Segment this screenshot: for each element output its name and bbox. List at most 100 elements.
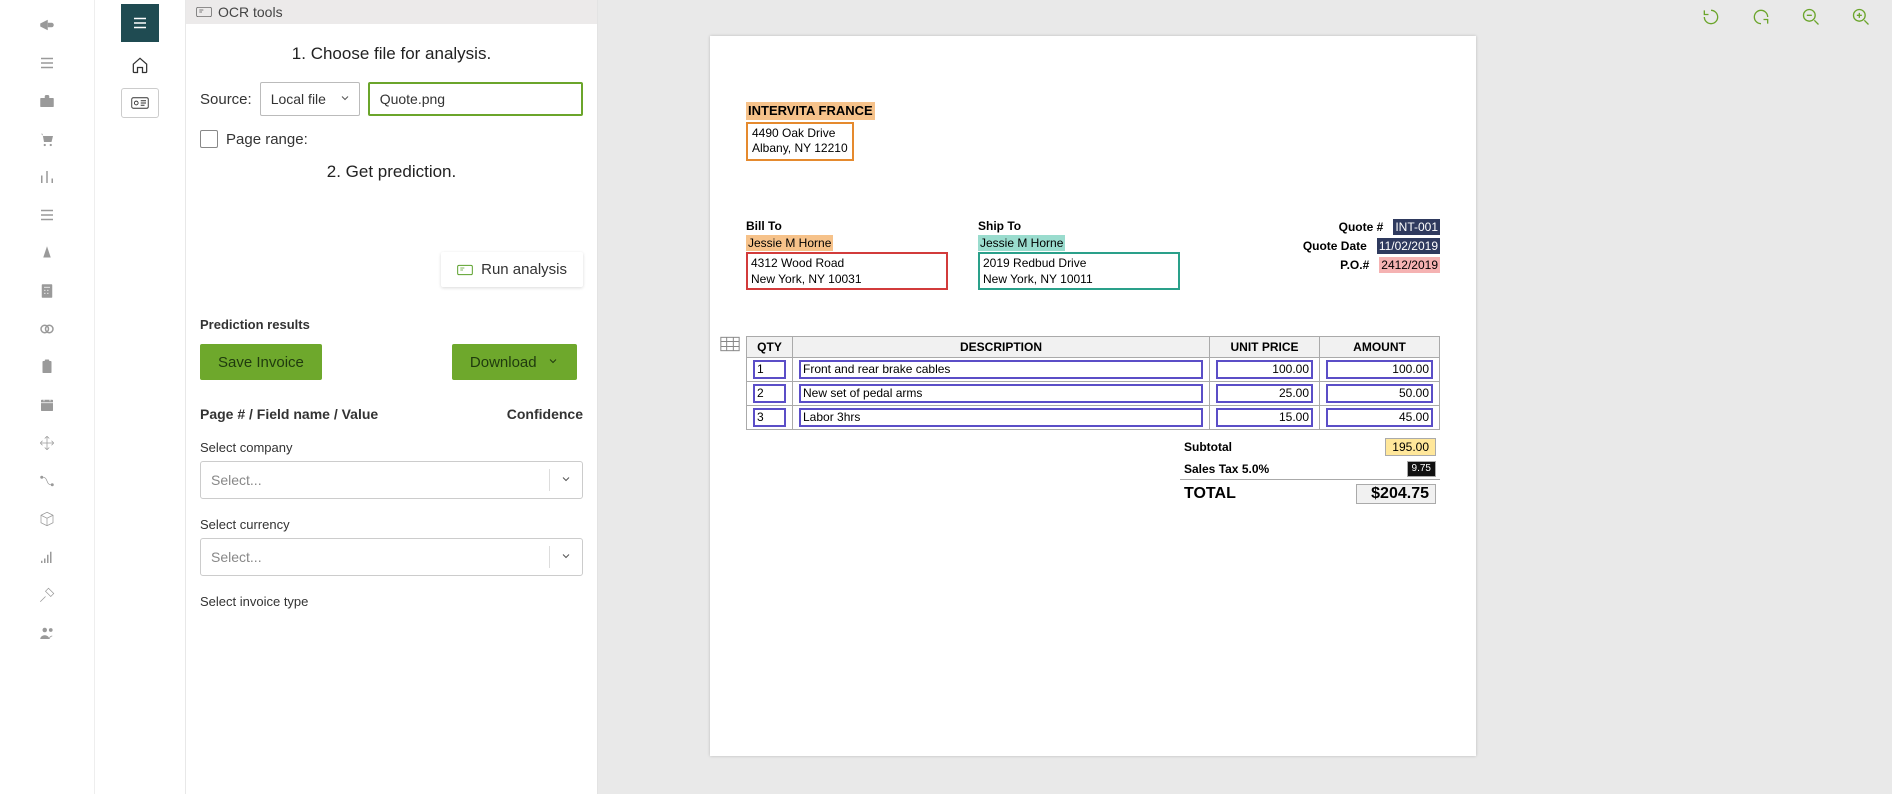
- rotate-right-icon[interactable]: [1750, 6, 1772, 28]
- doc-company-addr2: Albany, NY 12210: [752, 141, 848, 155]
- source-select[interactable]: Local file: [260, 82, 360, 116]
- signal-icon[interactable]: [37, 547, 57, 567]
- run-analysis-button[interactable]: Run analysis: [441, 252, 583, 287]
- cell-amt: 45.00: [1326, 408, 1433, 427]
- quote-date-value: 11/02/2019: [1377, 238, 1440, 254]
- list-icon[interactable]: [37, 53, 57, 73]
- cell-amt: 100.00: [1326, 360, 1433, 379]
- download-label: Download: [470, 354, 537, 371]
- flow-icon[interactable]: [37, 471, 57, 491]
- chevron-down-icon: [339, 91, 351, 107]
- chevron-down-icon: [547, 354, 559, 371]
- run-analysis-label: Run analysis: [481, 261, 567, 278]
- cart-icon[interactable]: [37, 129, 57, 149]
- subtotal-key: Subtotal: [1184, 440, 1232, 454]
- preview-toolbar: [1700, 6, 1872, 28]
- doc-company-addr1: 4490 Oak Drive: [752, 126, 835, 140]
- company-field-label: Select company: [200, 440, 583, 455]
- table-row: 3 Labor 3hrs 15.00 45.00: [747, 406, 1440, 430]
- page-range-checkbox[interactable]: [200, 130, 218, 148]
- save-invoice-label: Save Invoice: [218, 354, 304, 371]
- cell-unit: 25.00: [1216, 384, 1313, 403]
- cell-qty: 2: [753, 384, 786, 403]
- quote-no-key: Quote #: [1210, 220, 1383, 234]
- shipto-addr2: New York, NY 10011: [983, 272, 1093, 286]
- quote-no-value: INT-001: [1393, 219, 1440, 235]
- source-select-value: Local file: [271, 91, 326, 107]
- cell-desc: New set of pedal arms: [799, 384, 1203, 403]
- cone-icon[interactable]: [37, 243, 57, 263]
- rings-icon[interactable]: [37, 319, 57, 339]
- currency-select-placeholder: Select...: [211, 549, 262, 565]
- tax-value: 9.75: [1407, 461, 1436, 477]
- results-col-right: Confidence: [507, 406, 583, 422]
- table-row: 1 Front and rear brake cables 100.00 100…: [747, 358, 1440, 382]
- source-label: Source:: [200, 91, 252, 108]
- invoice-type-field-label: Select invoice type: [200, 594, 583, 609]
- page-range-label: Page range:: [226, 131, 308, 148]
- step1-title: 1. Choose file for analysis.: [200, 44, 583, 64]
- th-qty: QTY: [747, 337, 793, 358]
- currency-field-label: Select currency: [200, 517, 583, 532]
- ocr-module-icon[interactable]: [121, 88, 159, 118]
- megaphone-icon[interactable]: [37, 15, 57, 35]
- company-select[interactable]: Select...: [200, 461, 583, 499]
- download-button[interactable]: Download: [452, 344, 577, 380]
- billto-heading: Bill To: [746, 219, 948, 233]
- clipboard-icon[interactable]: [37, 357, 57, 377]
- th-amt: AMOUNT: [1320, 337, 1440, 358]
- billto-addr2: New York, NY 10031: [751, 272, 862, 286]
- quote-date-key: Quote Date: [1210, 239, 1367, 253]
- secondary-nav: [95, 0, 185, 794]
- billto-addr1: 4312 Wood Road: [751, 256, 844, 270]
- cell-amt: 50.00: [1326, 384, 1433, 403]
- ocr-panel-header: OCR tools: [186, 0, 597, 24]
- document-preview: INTERVITA FRANCE 4490 Oak Drive Albany, …: [597, 0, 1892, 794]
- document-page[interactable]: INTERVITA FRANCE 4490 Oak Drive Albany, …: [710, 36, 1476, 756]
- currency-select[interactable]: Select...: [200, 538, 583, 576]
- subtotal-value: 195.00: [1385, 438, 1436, 456]
- calendar-icon[interactable]: [37, 395, 57, 415]
- th-unit: UNIT PRICE: [1210, 337, 1320, 358]
- rotate-left-icon[interactable]: [1700, 6, 1722, 28]
- shipto-heading: Ship To: [978, 219, 1180, 233]
- cell-unit: 15.00: [1216, 408, 1313, 427]
- move-icon[interactable]: [37, 433, 57, 453]
- calculator-icon[interactable]: [37, 281, 57, 301]
- company-select-placeholder: Select...: [211, 472, 262, 488]
- prediction-results-heading: Prediction results: [200, 317, 583, 332]
- filename-value: Quote.png: [380, 91, 445, 107]
- cube-icon[interactable]: [37, 509, 57, 529]
- zoom-out-icon[interactable]: [1800, 6, 1822, 28]
- table-row: 2 New set of pedal arms 25.00 50.00: [747, 382, 1440, 406]
- billto-name: Jessie M Horne: [746, 235, 833, 251]
- cell-desc: Labor 3hrs: [799, 408, 1203, 427]
- doc-company-name: INTERVITA FRANCE: [746, 102, 875, 120]
- list2-icon[interactable]: [37, 205, 57, 225]
- ocr-panel: OCR tools 1. Choose file for analysis. S…: [185, 0, 597, 794]
- cell-qty: 1: [753, 360, 786, 379]
- total-value: $204.75: [1356, 484, 1436, 504]
- tax-key: Sales Tax 5.0%: [1184, 462, 1269, 476]
- menu-toggle-button[interactable]: [121, 4, 159, 42]
- results-col-left: Page # / Field name / Value: [200, 406, 378, 422]
- home-button[interactable]: [121, 50, 159, 80]
- users-icon[interactable]: [37, 623, 57, 643]
- total-key: TOTAL: [1184, 485, 1236, 503]
- briefcase-icon[interactable]: [37, 91, 57, 111]
- cell-qty: 3: [753, 408, 786, 427]
- th-desc: DESCRIPTION: [793, 337, 1210, 358]
- zoom-in-icon[interactable]: [1850, 6, 1872, 28]
- filename-input[interactable]: Quote.png: [368, 82, 583, 116]
- po-value: 2412/2019: [1379, 257, 1440, 273]
- bar-chart-icon[interactable]: [37, 167, 57, 187]
- gavel-icon[interactable]: [37, 585, 57, 605]
- chevron-down-icon: [560, 472, 572, 488]
- save-invoice-button[interactable]: Save Invoice: [200, 344, 322, 380]
- shipto-addr1: 2019 Redbud Drive: [983, 256, 1086, 270]
- ocr-panel-title: OCR tools: [218, 4, 283, 20]
- cell-desc: Front and rear brake cables: [799, 360, 1203, 379]
- invoice-line-items-table: QTY DESCRIPTION UNIT PRICE AMOUNT 1 Fron…: [746, 336, 1440, 430]
- step2-title: 2. Get prediction.: [200, 162, 583, 182]
- cell-unit: 100.00: [1216, 360, 1313, 379]
